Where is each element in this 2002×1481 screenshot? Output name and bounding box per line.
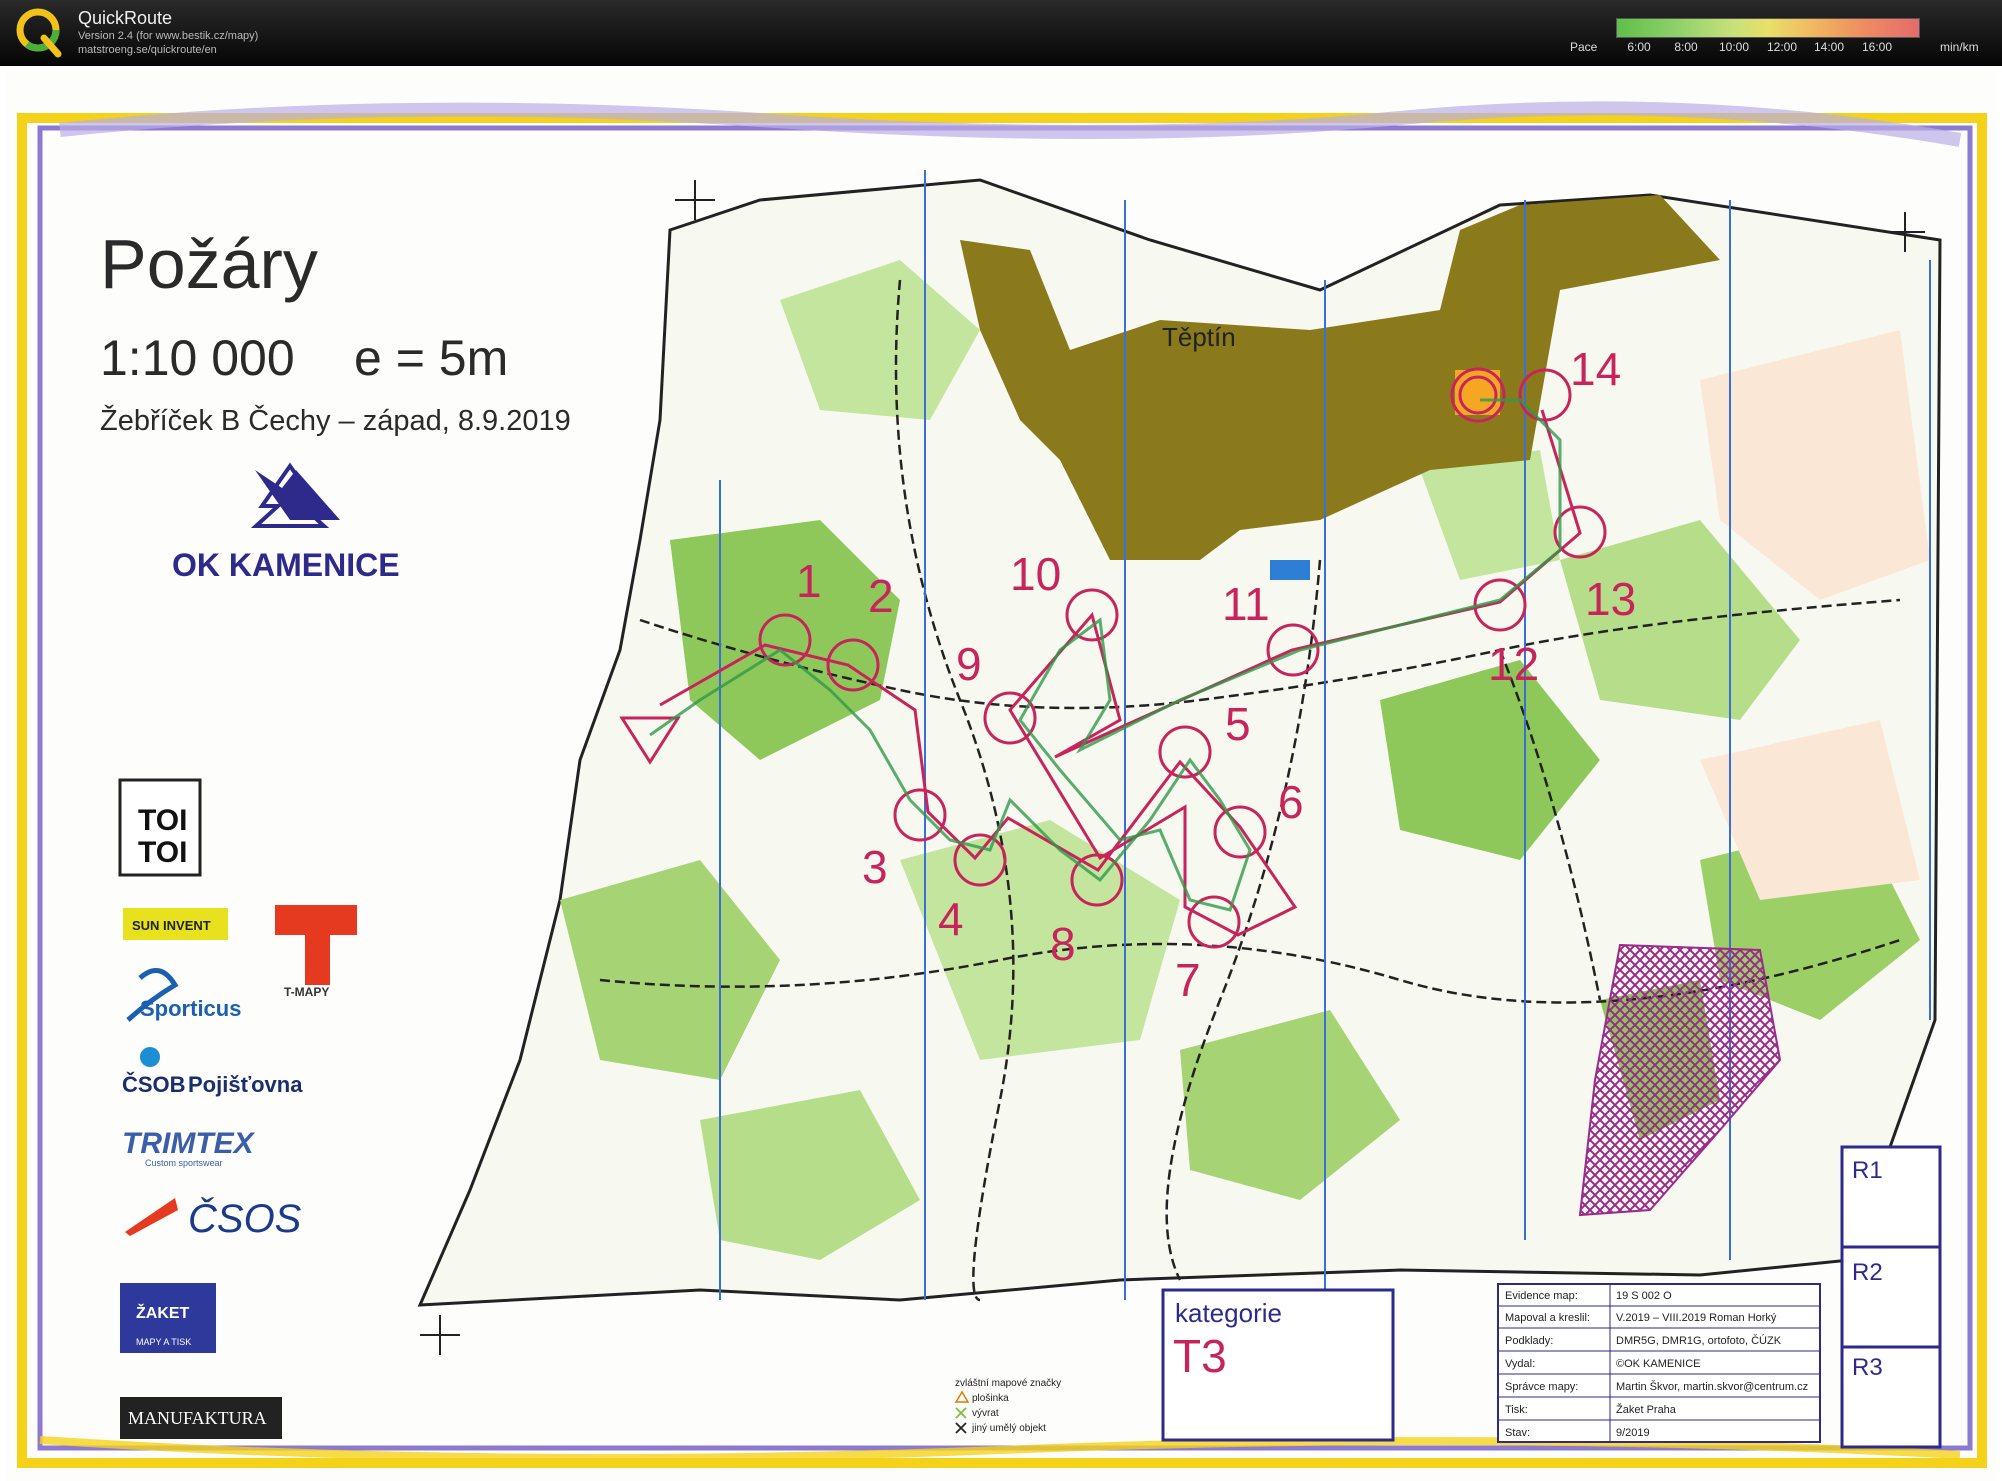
csos-text: ČSOS bbox=[188, 1196, 302, 1241]
control-number: 11 bbox=[1222, 578, 1270, 630]
sporticus-text: Sporticus bbox=[140, 996, 241, 1021]
info-value: Martin Škvor, martin.skvor@centrum.cz bbox=[1616, 1380, 1808, 1393]
info-key: Evidence map: bbox=[1505, 1290, 1578, 1302]
csob-icon bbox=[140, 1047, 160, 1067]
app-version: Version 2.4 (for www.bestik.cz/mapy) bbox=[78, 30, 259, 42]
csob-text: ČSOB bbox=[122, 1072, 186, 1097]
pace-tick: 14:00 bbox=[1813, 40, 1845, 54]
map-title: Požáry bbox=[100, 225, 318, 303]
pace-tick: 6:00 bbox=[1627, 40, 1651, 54]
info-value: 19 S 002 O bbox=[1616, 1290, 1672, 1302]
control-number: 2 bbox=[868, 570, 894, 622]
zaket-subtext: MAPY A TISK bbox=[136, 1337, 191, 1347]
zaket-text: ŽAKET bbox=[136, 1303, 190, 1322]
control-number: 8 bbox=[1050, 918, 1076, 970]
pace-tick: 16:00 bbox=[1861, 40, 1893, 54]
csob-text: Pojišťovna bbox=[188, 1072, 303, 1097]
category-box: kategorie T3 bbox=[1161, 1288, 1395, 1442]
legend-item: vývrat bbox=[972, 1408, 999, 1419]
legend-title: zvláštní mapové značky bbox=[955, 1378, 1061, 1389]
toitoi-text: TOI bbox=[138, 836, 187, 869]
box-label: R2 bbox=[1852, 1259, 1883, 1286]
trimtex-text: TRIMTEX bbox=[122, 1127, 256, 1160]
control-number: 3 bbox=[862, 841, 888, 893]
info-key: Vydal: bbox=[1505, 1358, 1535, 1370]
pace-unit: min/km bbox=[1940, 40, 1979, 54]
control-number: 5 bbox=[1225, 698, 1251, 750]
pace-tick: 12:00 bbox=[1766, 40, 1798, 54]
info-key: Podklady: bbox=[1505, 1335, 1553, 1347]
box-label: R3 bbox=[1852, 1354, 1883, 1381]
club-name: OK KAMENICE bbox=[172, 547, 400, 583]
control-number: 6 bbox=[1278, 776, 1304, 828]
control-number: 13 bbox=[1585, 573, 1636, 625]
event-name: Žebříček B Čechy – západ, 8.9.2019 bbox=[100, 403, 571, 437]
pace-color-scale bbox=[1616, 18, 1920, 38]
pace-label: Pace bbox=[1570, 40, 1598, 54]
place-name: Těptín bbox=[1162, 322, 1236, 352]
result-boxes: R1 R2 R3 bbox=[1840, 1145, 1942, 1449]
info-key: Správce mapy: bbox=[1505, 1381, 1578, 1393]
app-title: QuickRoute bbox=[78, 8, 173, 28]
control-number: 1 bbox=[796, 555, 822, 607]
map-info-table: Evidence map: 19 S 002 O Mapoval a kresl… bbox=[1497, 1283, 1821, 1443]
control-number: 7 bbox=[1175, 954, 1201, 1006]
info-key: Mapoval a kreslil: bbox=[1505, 1312, 1590, 1324]
control-number: 9 bbox=[956, 638, 982, 690]
info-key: Tisk: bbox=[1505, 1404, 1528, 1416]
map-scale: 1:10 000 bbox=[100, 330, 295, 386]
info-key: Stav: bbox=[1505, 1427, 1530, 1439]
info-value: DMR5G, DMR1G, ortofoto, ČÚZK bbox=[1616, 1334, 1782, 1347]
info-value: Žaket Praha bbox=[1616, 1403, 1677, 1416]
trimtex-subtext: Custom sportswear bbox=[145, 1158, 223, 1168]
category-value: T3 bbox=[1173, 1330, 1227, 1382]
legend-item: plošinka bbox=[972, 1393, 1009, 1404]
pace-tick: 8:00 bbox=[1674, 40, 1698, 54]
quickroute-logo-icon bbox=[16, 8, 62, 58]
control-number: 12 bbox=[1488, 638, 1539, 690]
pace-tick: 10:00 bbox=[1718, 40, 1750, 54]
box-label: R1 bbox=[1852, 1157, 1883, 1184]
control-number: 10 bbox=[1010, 548, 1061, 600]
tmapy-text: T-MAPY bbox=[284, 985, 329, 999]
manufaktura-text: MANUFAKTURA bbox=[128, 1408, 267, 1428]
quickroute-header: QuickRoute Version 2.4 (for www.bestik.c… bbox=[0, 0, 2002, 66]
map-equidistance: e = 5m bbox=[354, 330, 508, 386]
control-number: 14 bbox=[1570, 343, 1621, 395]
legend-item: jiný umělý objekt bbox=[971, 1423, 1046, 1434]
suninvent-text: SUN INVENT bbox=[132, 918, 211, 933]
info-value: ©OK KAMENICE bbox=[1616, 1358, 1701, 1370]
info-value: V.2019 – VIII.2019 Roman Horký bbox=[1616, 1312, 1777, 1324]
app-url[interactable]: matstroeng.se/quickroute/en bbox=[78, 44, 217, 56]
control-number: 4 bbox=[938, 893, 964, 945]
info-value: 9/2019 bbox=[1616, 1427, 1650, 1439]
category-label: kategorie bbox=[1175, 1298, 1282, 1328]
orienteering-map[interactable]: 1 2 3 4 5 6 7 8 9 10 11 12 13 14 Těptín … bbox=[0, 68, 2002, 1481]
toitoi-text: TOI bbox=[138, 804, 187, 837]
